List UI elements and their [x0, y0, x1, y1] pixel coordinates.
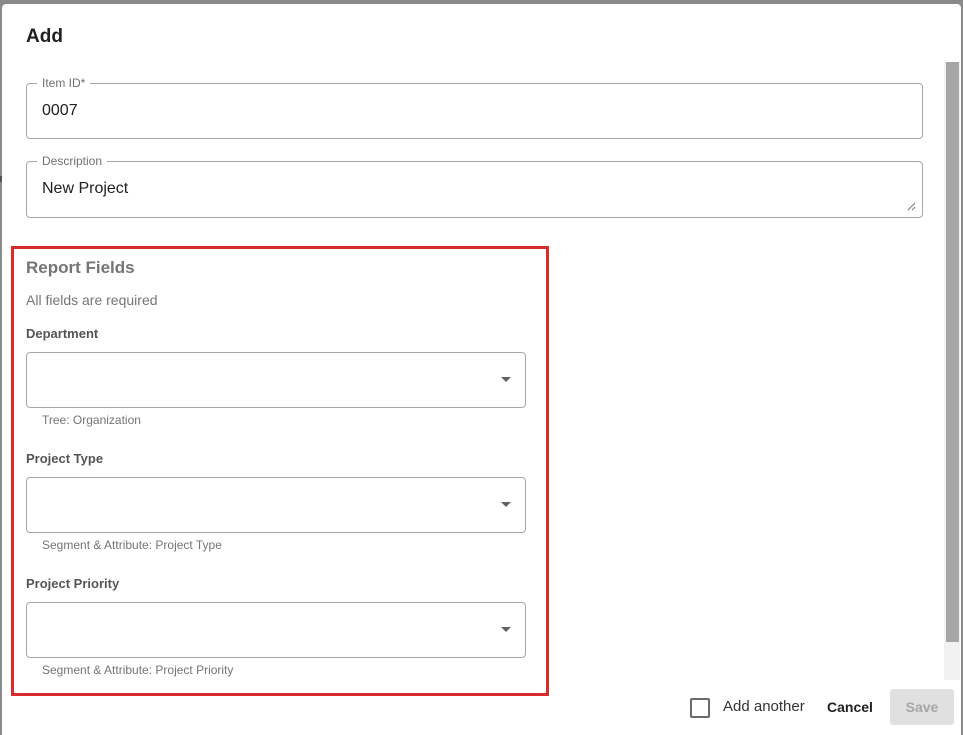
item-id-input[interactable]: [42, 101, 902, 121]
add-another-label[interactable]: Add another: [723, 698, 805, 715]
cancel-button[interactable]: Cancel: [816, 690, 884, 724]
add-another-checkbox[interactable]: [690, 698, 710, 718]
description-field[interactable]: Description New Project: [26, 154, 923, 218]
item-id-field[interactable]: Item ID*: [26, 76, 923, 139]
project-type-helper: Segment & Attribute: Project Type: [42, 538, 222, 552]
dropdown-arrow-icon: [501, 502, 511, 507]
resize-handle-icon[interactable]: [907, 202, 916, 211]
department-helper: Tree: Organization: [42, 413, 141, 427]
dropdown-arrow-icon: [501, 377, 511, 382]
item-id-label: Item ID*: [37, 76, 91, 90]
department-select[interactable]: [26, 352, 526, 408]
save-button[interactable]: Save: [890, 689, 954, 725]
add-dialog: Add Item ID* Description New Project Rep…: [2, 4, 961, 735]
description-input[interactable]: New Project: [42, 180, 892, 202]
project-priority-select[interactable]: [26, 602, 526, 658]
project-type-label: Project Type: [26, 451, 104, 466]
report-fields-subtitle: All fields are required: [26, 292, 158, 308]
department-label: Department: [26, 326, 99, 341]
description-label: Description: [37, 154, 108, 168]
project-priority-helper: Segment & Attribute: Project Priority: [42, 663, 234, 677]
report-fields-title: Report Fields: [26, 258, 135, 277]
project-type-select[interactable]: [26, 477, 526, 533]
dialog-title: Add: [26, 26, 63, 47]
dropdown-arrow-icon: [501, 627, 511, 632]
scrollbar-thumb[interactable]: [946, 62, 959, 642]
project-priority-label: Project Priority: [26, 576, 120, 591]
